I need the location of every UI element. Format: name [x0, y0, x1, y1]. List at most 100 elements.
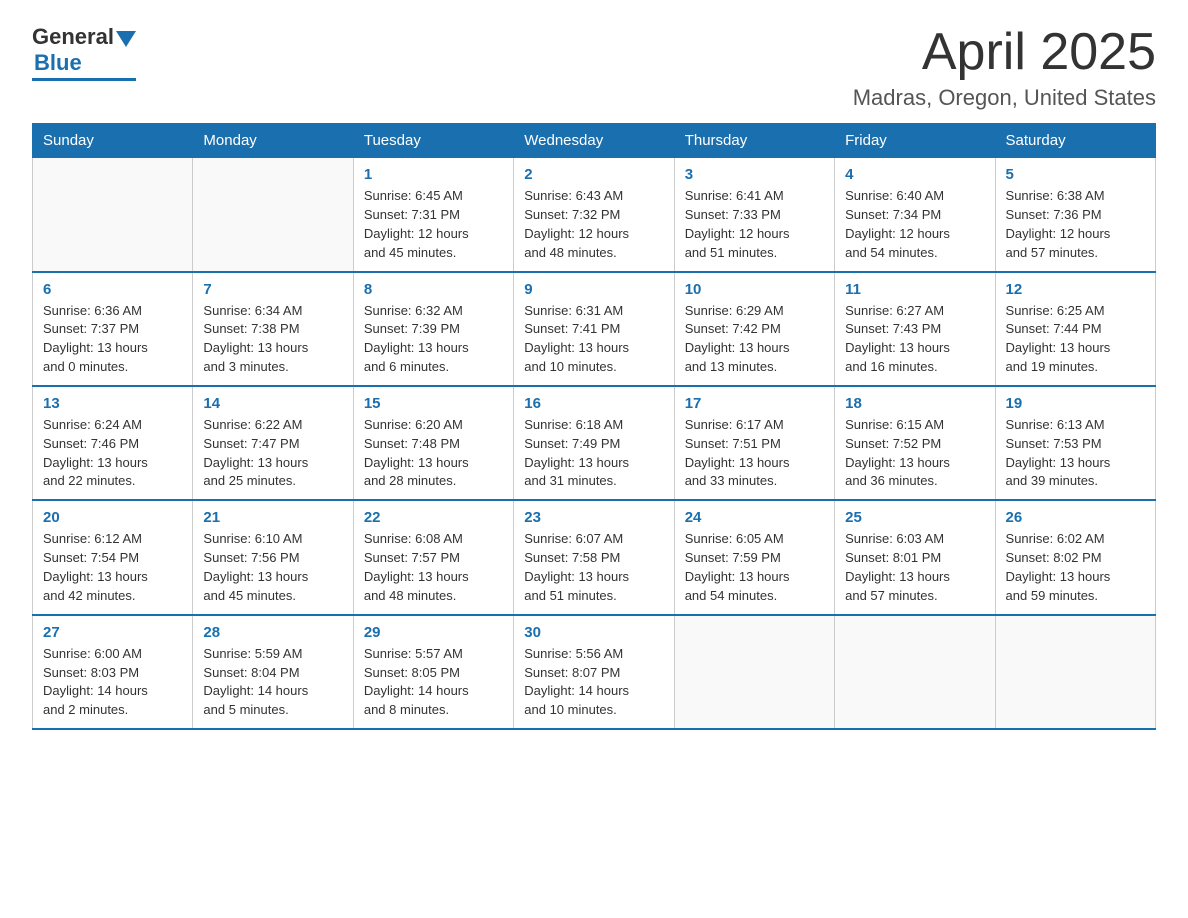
- week-row-1: 1 Sunrise: 6:45 AM Sunset: 7:31 PM Daylig…: [33, 158, 1156, 272]
- week-row-4: 20 Sunrise: 6:12 AM Sunset: 7:54 PM Dayli…: [33, 500, 1156, 614]
- day-number: 29: [364, 624, 503, 641]
- day-number: 12: [1006, 281, 1145, 298]
- logo-general-text: General: [32, 24, 114, 50]
- calendar-cell: 4 Sunrise: 6:40 AM Sunset: 7:34 PM Daylig…: [835, 158, 995, 272]
- day-info: Sunrise: 6:27 AM Sunset: 7:43 PM Dayligh…: [845, 302, 984, 377]
- calendar-cell: 12 Sunrise: 6:25 AM Sunset: 7:44 PM Dayli…: [995, 272, 1155, 386]
- week-row-5: 27 Sunrise: 6:00 AM Sunset: 8:03 PM Dayli…: [33, 615, 1156, 729]
- day-number: 7: [203, 281, 342, 298]
- calendar-cell: 29Sunrise: 5:57 AM Sunset: 8:05 PM Dayli…: [353, 615, 513, 729]
- day-number: 20: [43, 509, 182, 526]
- calendar-cell: [193, 158, 353, 272]
- calendar-cell: 1 Sunrise: 6:45 AM Sunset: 7:31 PM Daylig…: [353, 158, 513, 272]
- day-info: Sunrise: 6:03 AM Sunset: 8:01 PM Dayligh…: [845, 530, 984, 605]
- calendar-cell: 3Sunrise: 6:41 AM Sunset: 7:33 PM Daylig…: [674, 158, 834, 272]
- calendar-cell: 2Sunrise: 6:43 AM Sunset: 7:32 PM Daylig…: [514, 158, 674, 272]
- day-info: Sunrise: 6:10 AM Sunset: 7:56 PM Dayligh…: [203, 530, 342, 605]
- day-info: Sunrise: 6:02 AM Sunset: 8:02 PM Dayligh…: [1006, 530, 1145, 605]
- day-info: Sunrise: 6:20 AM Sunset: 7:48 PM Dayligh…: [364, 416, 503, 491]
- calendar-cell: [674, 615, 834, 729]
- day-info: Sunrise: 6:15 AM Sunset: 7:52 PM Dayligh…: [845, 416, 984, 491]
- calendar-table: SundayMondayTuesdayWednesdayThursdayFrid…: [32, 123, 1156, 730]
- calendar-cell: [33, 158, 193, 272]
- weekday-header-friday: Friday: [835, 124, 995, 158]
- day-info: Sunrise: 6:32 AM Sunset: 7:39 PM Dayligh…: [364, 302, 503, 377]
- weekday-header-thursday: Thursday: [674, 124, 834, 158]
- day-info: Sunrise: 6:12 AM Sunset: 7:54 PM Dayligh…: [43, 530, 182, 605]
- day-number: 18: [845, 395, 984, 412]
- day-number: 4: [845, 166, 984, 183]
- calendar-cell: [995, 615, 1155, 729]
- calendar-cell: 5Sunrise: 6:38 AM Sunset: 7:36 PM Daylig…: [995, 158, 1155, 272]
- calendar-cell: 7 Sunrise: 6:34 AM Sunset: 7:38 PM Daylig…: [193, 272, 353, 386]
- calendar-cell: 11 Sunrise: 6:27 AM Sunset: 7:43 PM Dayli…: [835, 272, 995, 386]
- weekday-header-sunday: Sunday: [33, 124, 193, 158]
- calendar-cell: 20 Sunrise: 6:12 AM Sunset: 7:54 PM Dayli…: [33, 500, 193, 614]
- week-row-3: 13Sunrise: 6:24 AM Sunset: 7:46 PM Dayli…: [33, 386, 1156, 500]
- day-info: Sunrise: 6:18 AM Sunset: 7:49 PM Dayligh…: [524, 416, 663, 491]
- day-info: Sunrise: 6:13 AM Sunset: 7:53 PM Dayligh…: [1006, 416, 1145, 491]
- day-info: Sunrise: 6:45 AM Sunset: 7:31 PM Dayligh…: [364, 187, 503, 262]
- day-number: 15: [364, 395, 503, 412]
- day-info: Sunrise: 6:25 AM Sunset: 7:44 PM Dayligh…: [1006, 302, 1145, 377]
- calendar-cell: 10Sunrise: 6:29 AM Sunset: 7:42 PM Dayli…: [674, 272, 834, 386]
- month-title: April 2025: [853, 24, 1156, 81]
- calendar-cell: 13Sunrise: 6:24 AM Sunset: 7:46 PM Dayli…: [33, 386, 193, 500]
- day-number: 24: [685, 509, 824, 526]
- calendar-cell: 19 Sunrise: 6:13 AM Sunset: 7:53 PM Dayli…: [995, 386, 1155, 500]
- calendar-cell: 14Sunrise: 6:22 AM Sunset: 7:47 PM Dayli…: [193, 386, 353, 500]
- day-info: Sunrise: 6:08 AM Sunset: 7:57 PM Dayligh…: [364, 530, 503, 605]
- weekday-header-saturday: Saturday: [995, 124, 1155, 158]
- day-number: 16: [524, 395, 663, 412]
- weekday-header-row: SundayMondayTuesdayWednesdayThursdayFrid…: [33, 124, 1156, 158]
- day-number: 28: [203, 624, 342, 641]
- calendar-cell: 30Sunrise: 5:56 AM Sunset: 8:07 PM Dayli…: [514, 615, 674, 729]
- day-info: Sunrise: 5:59 AM Sunset: 8:04 PM Dayligh…: [203, 645, 342, 720]
- day-info: Sunrise: 6:36 AM Sunset: 7:37 PM Dayligh…: [43, 302, 182, 377]
- day-info: Sunrise: 6:43 AM Sunset: 7:32 PM Dayligh…: [524, 187, 663, 262]
- calendar-cell: 21Sunrise: 6:10 AM Sunset: 7:56 PM Dayli…: [193, 500, 353, 614]
- week-row-2: 6 Sunrise: 6:36 AM Sunset: 7:37 PM Daylig…: [33, 272, 1156, 386]
- day-info: Sunrise: 6:41 AM Sunset: 7:33 PM Dayligh…: [685, 187, 824, 262]
- weekday-header-tuesday: Tuesday: [353, 124, 513, 158]
- logo: General Blue: [32, 24, 136, 81]
- day-number: 26: [1006, 509, 1145, 526]
- title-block: April 2025 Madras, Oregon, United States: [853, 24, 1156, 111]
- calendar-cell: 22 Sunrise: 6:08 AM Sunset: 7:57 PM Dayli…: [353, 500, 513, 614]
- calendar-cell: 15 Sunrise: 6:20 AM Sunset: 7:48 PM Dayli…: [353, 386, 513, 500]
- calendar-cell: [835, 615, 995, 729]
- day-info: Sunrise: 6:40 AM Sunset: 7:34 PM Dayligh…: [845, 187, 984, 262]
- weekday-header-monday: Monday: [193, 124, 353, 158]
- calendar-cell: 26 Sunrise: 6:02 AM Sunset: 8:02 PM Dayli…: [995, 500, 1155, 614]
- day-number: 22: [364, 509, 503, 526]
- day-number: 14: [203, 395, 342, 412]
- day-info: Sunrise: 6:34 AM Sunset: 7:38 PM Dayligh…: [203, 302, 342, 377]
- calendar-cell: 28 Sunrise: 5:59 AM Sunset: 8:04 PM Dayli…: [193, 615, 353, 729]
- calendar-cell: 27 Sunrise: 6:00 AM Sunset: 8:03 PM Dayli…: [33, 615, 193, 729]
- day-number: 5: [1006, 166, 1145, 183]
- calendar-cell: 18 Sunrise: 6:15 AM Sunset: 7:52 PM Dayli…: [835, 386, 995, 500]
- calendar-cell: 24 Sunrise: 6:05 AM Sunset: 7:59 PM Dayli…: [674, 500, 834, 614]
- day-number: 9: [524, 281, 663, 298]
- day-number: 11: [845, 281, 984, 298]
- day-number: 1: [364, 166, 503, 183]
- day-number: 23: [524, 509, 663, 526]
- day-number: 8: [364, 281, 503, 298]
- calendar-cell: 16 Sunrise: 6:18 AM Sunset: 7:49 PM Dayli…: [514, 386, 674, 500]
- day-number: 19: [1006, 395, 1145, 412]
- day-number: 27: [43, 624, 182, 641]
- day-info: Sunrise: 6:05 AM Sunset: 7:59 PM Dayligh…: [685, 530, 824, 605]
- day-info: Sunrise: 6:00 AM Sunset: 8:03 PM Dayligh…: [43, 645, 182, 720]
- day-info: Sunrise: 6:07 AM Sunset: 7:58 PM Dayligh…: [524, 530, 663, 605]
- calendar-cell: 23 Sunrise: 6:07 AM Sunset: 7:58 PM Dayli…: [514, 500, 674, 614]
- calendar-cell: 17Sunrise: 6:17 AM Sunset: 7:51 PM Dayli…: [674, 386, 834, 500]
- day-info: Sunrise: 6:29 AM Sunset: 7:42 PM Dayligh…: [685, 302, 824, 377]
- logo-blue-text: Blue: [34, 50, 82, 75]
- day-info: Sunrise: 6:31 AM Sunset: 7:41 PM Dayligh…: [524, 302, 663, 377]
- day-number: 13: [43, 395, 182, 412]
- day-number: 30: [524, 624, 663, 641]
- weekday-header-wednesday: Wednesday: [514, 124, 674, 158]
- day-number: 6: [43, 281, 182, 298]
- calendar-cell: 25Sunrise: 6:03 AM Sunset: 8:01 PM Dayli…: [835, 500, 995, 614]
- calendar-cell: 9 Sunrise: 6:31 AM Sunset: 7:41 PM Daylig…: [514, 272, 674, 386]
